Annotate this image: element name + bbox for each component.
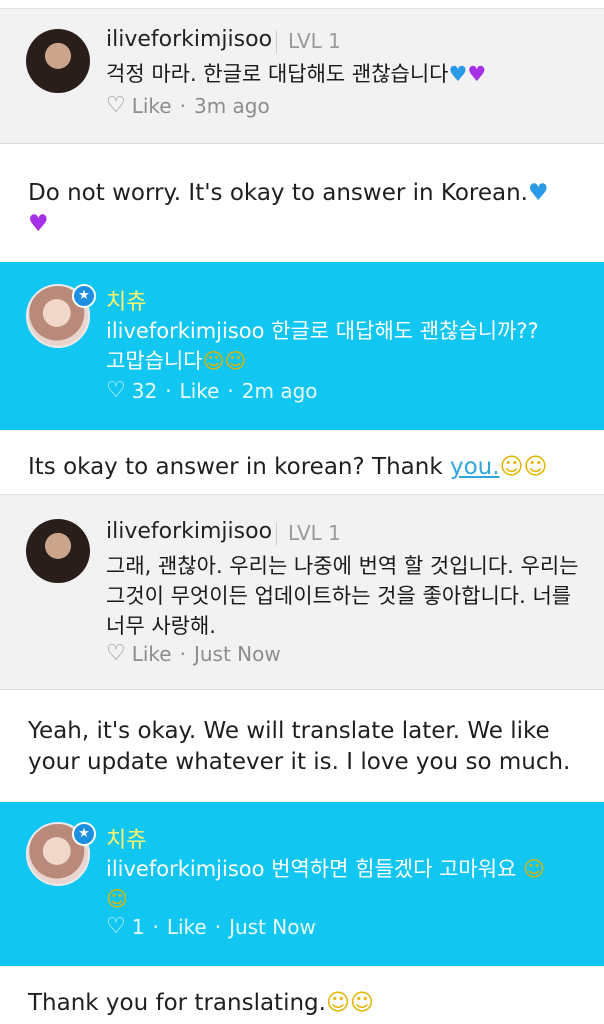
translation-link-text: you. — [449, 454, 500, 480]
comment-meta: ♡ Like · Just Now — [106, 641, 281, 666]
comment-text-body: 걱정 마라. 한글로 대답해도 괜찮습니다 — [106, 62, 449, 86]
meta-separator: · — [227, 378, 234, 403]
smiley-emoji: ☺ — [349, 990, 374, 1016]
comment-text-line1: 한글로 대답해도 괜찮습니까?? — [271, 319, 539, 343]
like-count: 1 — [131, 914, 145, 939]
heart-outline-icon[interactable]: ♡ — [106, 914, 126, 939]
translation-1: Do not worry. It's okay to answer in Kor… — [28, 178, 588, 240]
avatar[interactable] — [26, 29, 90, 93]
smiley-emoji: ☺ — [224, 349, 247, 373]
comment-meta: ♡ 1 · Like · Just Now — [106, 914, 316, 939]
like-button[interactable]: Like — [180, 379, 220, 403]
comment-author-name[interactable]: 치츄 — [106, 822, 146, 854]
like-button[interactable]: Like — [167, 915, 207, 939]
heart-outline-icon[interactable]: ♡ — [106, 93, 126, 118]
comment-author-name[interactable]: 치츄 — [106, 284, 146, 316]
smiley-emoji: ☺ — [106, 887, 128, 911]
comment-card-1: iliveforkimjisoo LVL 1 걱정 마라. 한글로 대답해도 괜… — [0, 8, 604, 144]
avatar[interactable] — [26, 519, 90, 583]
like-count: 32 — [131, 378, 158, 403]
timestamp: Just Now — [229, 914, 316, 939]
star-badge-icon: ★ — [72, 284, 96, 308]
smiley-emoji: ☺ — [499, 454, 524, 480]
comment-card-4: ★ 치츄 iliveforkimjisoo 번역하면 힘들겠다 고마워요 ☺ ☺… — [0, 802, 604, 966]
timestamp: 2m ago — [241, 378, 318, 403]
comment-text: 걱정 마라. 한글로 대답해도 괜찮습니다♥♥ — [106, 59, 584, 89]
user-level-badge: LVL 1 — [288, 29, 341, 53]
heart-outline-icon[interactable]: ♡ — [106, 378, 126, 403]
like-button[interactable]: Like — [132, 94, 172, 118]
meta-separator: · — [179, 93, 186, 118]
blue-heart-emoji: ♥ — [448, 62, 468, 86]
level-divider — [276, 31, 277, 53]
smiley-emoji: ☺ — [523, 857, 545, 881]
translation-4: Thank you for translating.☺☺ — [28, 988, 588, 1019]
user-level-badge: LVL 1 — [288, 521, 341, 545]
translation-link[interactable]: you.☺☺ — [450, 454, 548, 480]
comment-meta: ♡ Like · 3m ago — [106, 93, 270, 118]
comment-text-body: 번역하면 힘들겠다 고마워요 — [271, 857, 517, 881]
comment-card-2: ★ 치츄 iliveforkimjisoo 한글로 대답해도 괜찮습니까?? 고… — [0, 262, 604, 430]
comment-text: iliveforkimjisoo 번역하면 힘들겠다 고마워요 ☺ ☺ — [106, 854, 584, 914]
smiley-emoji: ☺ — [523, 454, 548, 480]
translation-2: Its okay to answer in korean? Thank you.… — [28, 452, 588, 483]
meta-separator: · — [165, 378, 172, 403]
star-badge-icon: ★ — [72, 822, 96, 846]
translation-3: Yeah, it's okay. We will translate later… — [28, 718, 571, 775]
comment-username[interactable]: iliveforkimjisoo — [106, 27, 272, 52]
timestamp: 3m ago — [193, 93, 270, 118]
blue-heart-emoji: ♥ — [528, 180, 549, 206]
comment-card-3: iliveforkimjisoo LVL 1 그래, 괜찮아. 우리는 나중에 … — [0, 494, 604, 690]
comment-text: 그래, 괜찮아. 우리는 나중에 번역 할 것입니다. 우리는 그것이 무엇이든… — [106, 554, 579, 638]
comment-meta: ♡ 32 · Like · 2m ago — [106, 378, 318, 403]
mention-username[interactable]: iliveforkimjisoo — [106, 857, 264, 881]
timestamp: Just Now — [193, 641, 281, 666]
meta-separator: · — [214, 914, 222, 939]
meta-separator: · — [152, 914, 159, 939]
purple-heart-emoji: ♥ — [467, 62, 487, 86]
smiley-emoji: ☺ — [325, 990, 350, 1016]
translation-text: Thank you for translating. — [28, 990, 326, 1016]
heart-outline-icon[interactable]: ♡ — [106, 641, 126, 666]
meta-separator: · — [179, 641, 186, 666]
translation-text: Its okay to answer in korean? Thank — [28, 454, 450, 480]
comment-text-line2: 고맙습니다 — [106, 349, 203, 373]
mention-username[interactable]: iliveforkimjisoo — [106, 319, 264, 343]
translation-text: Do not worry. It's okay to answer in Kor… — [28, 180, 528, 206]
like-button[interactable]: Like — [132, 642, 172, 666]
comment-text: iliveforkimjisoo 한글로 대답해도 괜찮습니까?? 고맙습니다☺… — [106, 316, 584, 376]
purple-heart-emoji: ♥ — [28, 211, 49, 237]
smiley-emoji: ☺ — [202, 349, 225, 373]
comment-username[interactable]: iliveforkimjisoo — [106, 519, 272, 544]
level-divider — [276, 523, 277, 545]
